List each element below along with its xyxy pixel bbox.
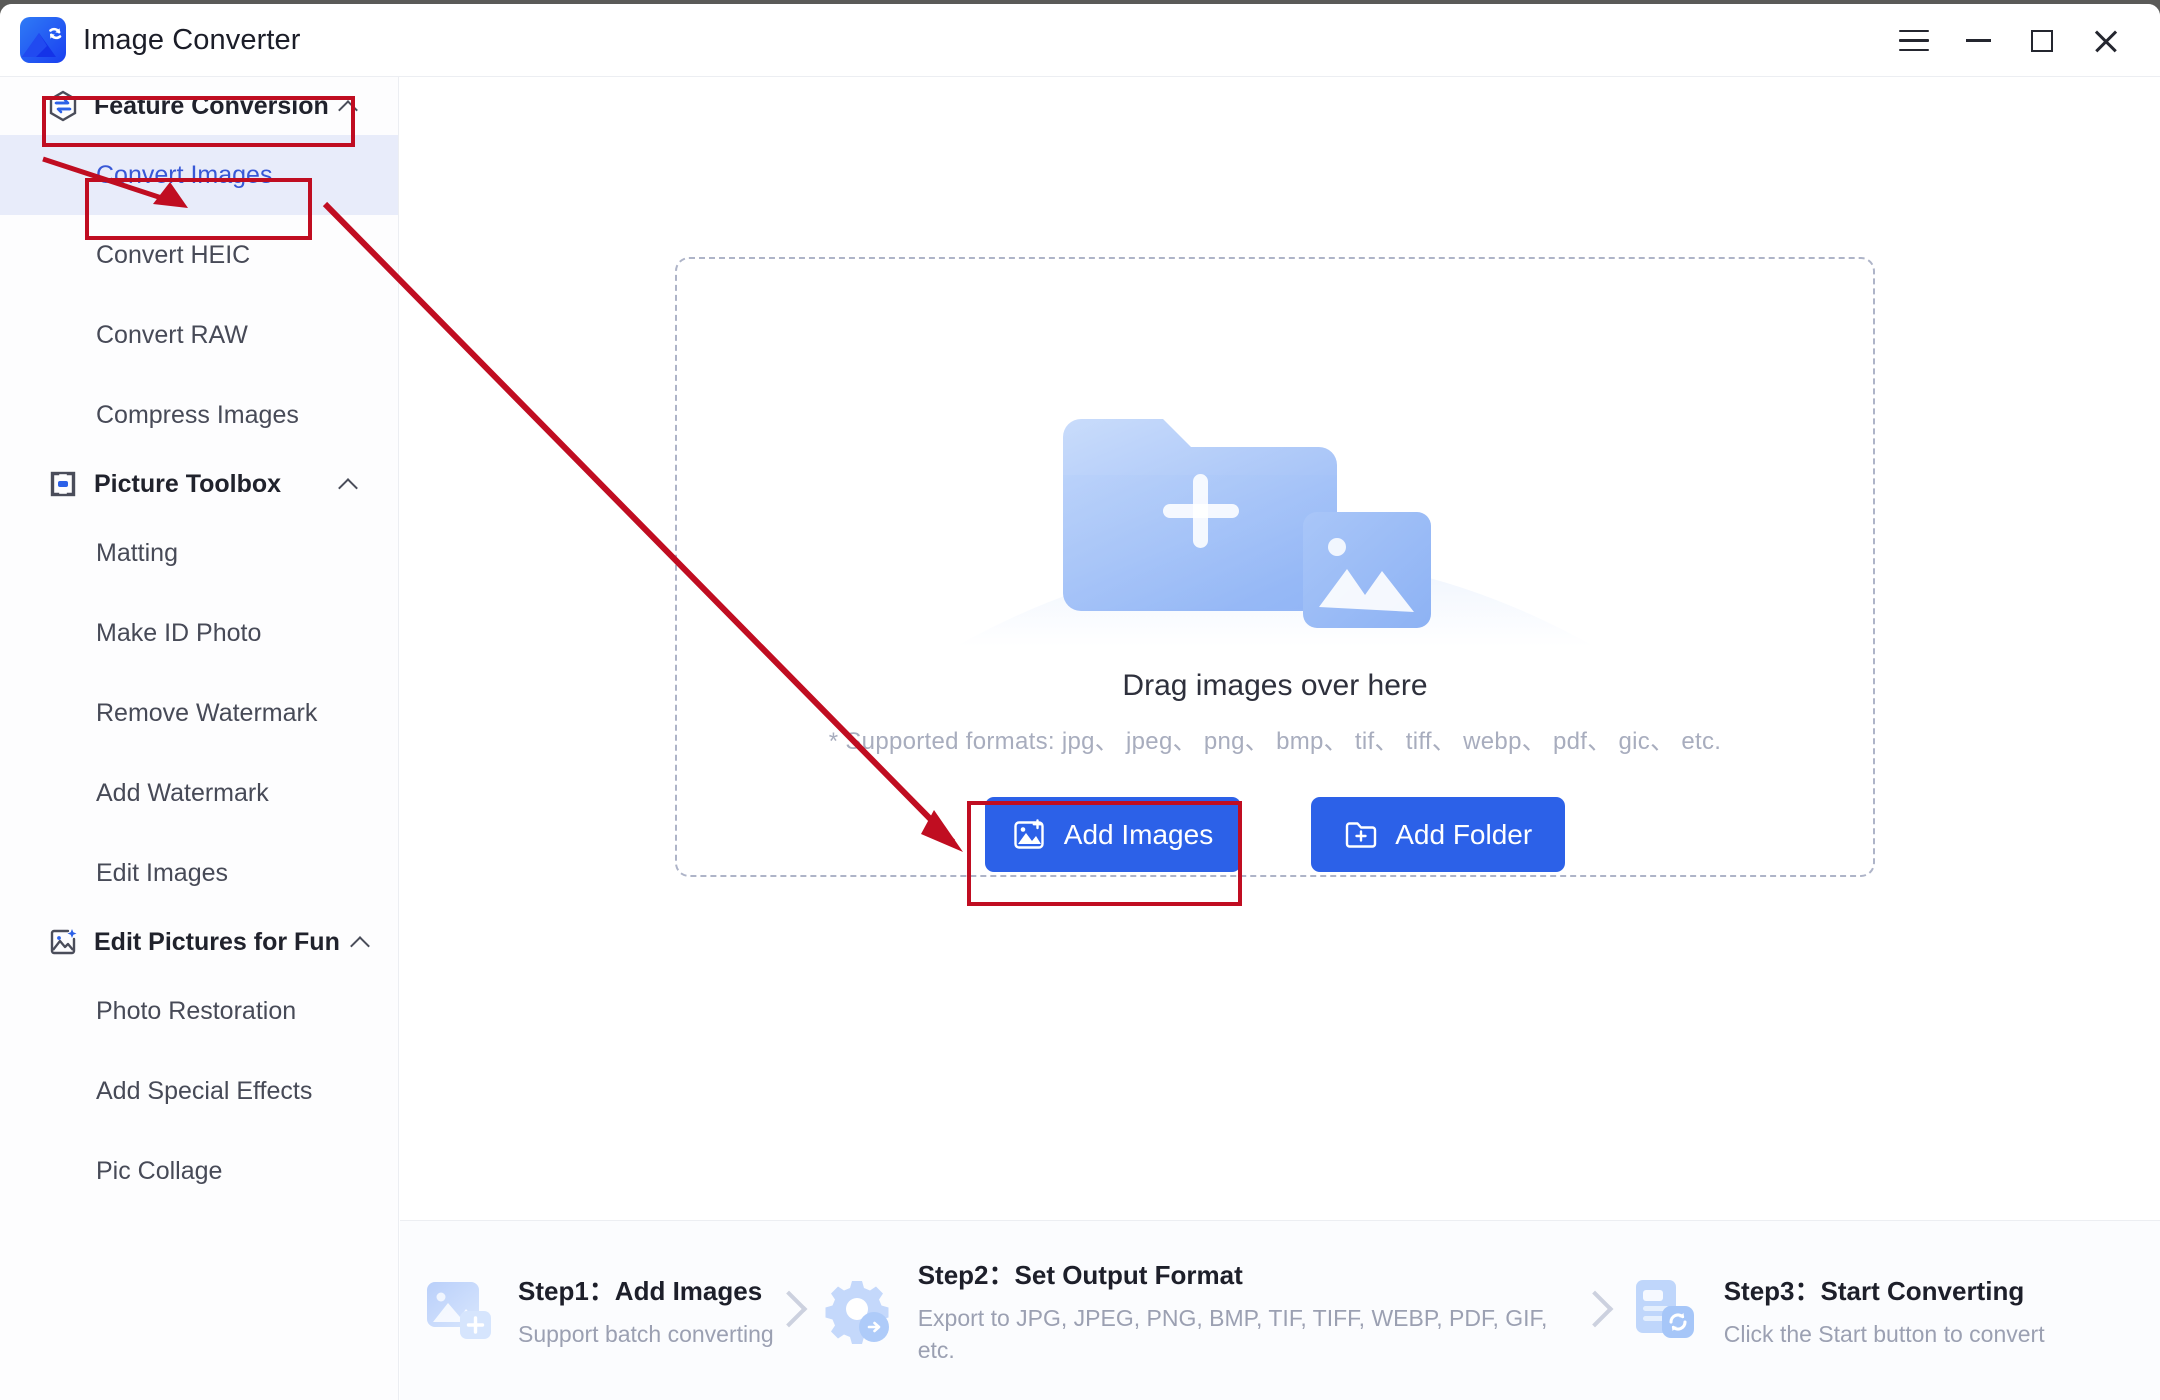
sidebar-item-make-id-photo[interactable]: Make ID Photo — [0, 593, 398, 673]
add-folder-button[interactable]: Add Folder — [1311, 797, 1566, 872]
chevron-up-icon[interactable] — [350, 932, 370, 952]
main-content: Drag images over here * Supported format… — [400, 77, 2160, 1400]
chevron-right-icon — [1580, 1285, 1610, 1337]
image-plus-icon — [1013, 818, 1047, 852]
sidebar: Feature Conversion Convert Images Conver… — [0, 77, 399, 1400]
close-icon — [2093, 28, 2119, 54]
step-2-text: Step2：Set Output Format Export to JPG, J… — [918, 1255, 1558, 1365]
step-1-title: Step1：Add Images — [518, 1275, 763, 1306]
step-1-desc: Support batch converting — [518, 1320, 774, 1347]
hamburger-icon — [1899, 29, 1929, 52]
step-2-desc: Export to JPG, JPEG, PNG, BMP, TIF, TIFF… — [917, 1305, 1548, 1363]
sidebar-item-convert-images[interactable]: Convert Images — [0, 135, 398, 215]
app-title: Image Converter — [83, 23, 301, 56]
document-refresh-icon — [1628, 1273, 1702, 1347]
sidebar-item-matting[interactable]: Matting — [0, 513, 398, 593]
step-3: Step3：Start Converting Click the Start b… — [1628, 1271, 2045, 1350]
sidebar-group-picture-toolbox[interactable]: Picture Toolbox — [0, 455, 398, 513]
sidebar-item-edit-images[interactable]: Edit Images — [0, 833, 398, 913]
sidebar-item-convert-raw[interactable]: Convert RAW — [0, 295, 398, 375]
image-convert-logo-icon — [19, 16, 67, 64]
chevron-right-icon — [774, 1285, 804, 1337]
add-images-label: Add Images — [1063, 818, 1214, 850]
maximize-icon — [2031, 29, 2053, 52]
sidebar-item-photo-restoration[interactable]: Photo Restoration — [0, 971, 398, 1051]
sidebar-item-label: Edit Images — [96, 858, 229, 887]
step-1-text: Step1：Add Images Support batch convertin… — [518, 1271, 774, 1350]
hamburger-menu-button[interactable] — [1882, 4, 1946, 77]
sidebar-group-feature-conversion[interactable]: Feature Conversion — [0, 77, 398, 135]
sidebar-item-label: Compress Images — [96, 400, 299, 429]
toolbox-image-icon — [47, 468, 79, 500]
title-bar: Image Converter — [0, 4, 2160, 77]
app-window: Image Converter Feature Conversion Conve… — [0, 4, 2160, 1400]
close-button[interactable] — [2074, 4, 2138, 77]
sidebar-item-label: Make ID Photo — [96, 618, 262, 647]
step-3-title: Step3：Start Converting — [1723, 1275, 2025, 1306]
drop-zone-actions: Add Images Add Folder — [677, 797, 1873, 872]
image-add-icon — [422, 1273, 496, 1347]
step-2-title: Step2：Set Output Format — [917, 1260, 1243, 1291]
sidebar-item-label: Convert RAW — [96, 320, 248, 349]
chevron-up-icon[interactable] — [338, 96, 358, 116]
drop-zone-supported-formats: * Supported formats: jpg、 jpeg、 png、 bmp… — [828, 728, 1722, 755]
sidebar-item-label: Matting — [96, 538, 178, 567]
sidebar-item-label: Convert HEIC — [96, 240, 251, 269]
maximize-button[interactable] — [2010, 4, 2074, 77]
sidebar-group-edit-pictures-for-fun[interactable]: Edit Pictures for Fun — [0, 913, 398, 971]
sidebar-item-label: Pic Collage — [96, 1156, 223, 1185]
add-images-button[interactable]: Add Images — [984, 797, 1242, 872]
drop-zone-title: Drag images over here — [1122, 669, 1428, 702]
sidebar-item-convert-heic[interactable]: Convert HEIC — [0, 215, 398, 295]
folder-plus-image-icon — [895, 379, 1655, 649]
sidebar-item-pic-collage[interactable]: Pic Collage — [0, 1131, 398, 1211]
sparkle-image-icon — [47, 926, 79, 958]
sidebar-item-label: Add Special Effects — [96, 1076, 313, 1105]
window-controls — [1882, 4, 2160, 77]
sidebar-item-compress-images[interactable]: Compress Images — [0, 375, 398, 455]
sidebar-item-label: Convert Images — [96, 160, 273, 189]
sidebar-item-add-special-effects[interactable]: Add Special Effects — [0, 1051, 398, 1131]
sidebar-item-remove-watermark[interactable]: Remove Watermark — [0, 673, 398, 753]
step-1: Step1：Add Images Support batch convertin… — [422, 1271, 774, 1350]
sidebar-item-label: Photo Restoration — [96, 996, 297, 1025]
gear-arrow-icon — [822, 1274, 896, 1348]
minimize-icon — [1965, 39, 1991, 42]
steps-footer: Step1：Add Images Support batch convertin… — [400, 1220, 2160, 1400]
minimize-button[interactable] — [1946, 4, 2010, 77]
sidebar-group-label: Picture Toolbox — [94, 469, 282, 498]
sidebar-item-label: Add Watermark — [96, 778, 269, 807]
step-3-text: Step3：Start Converting Click the Start b… — [1724, 1271, 2045, 1350]
sidebar-item-add-watermark[interactable]: Add Watermark — [0, 753, 398, 833]
sidebar-group-label: Edit Pictures for Fun — [94, 927, 340, 956]
step-3-desc: Click the Start button to convert — [1723, 1320, 2045, 1347]
hexagon-convert-icon — [47, 90, 79, 122]
add-folder-label: Add Folder — [1395, 818, 1533, 850]
chevron-up-icon[interactable] — [338, 474, 358, 494]
sidebar-group-label: Feature Conversion — [94, 91, 329, 120]
drop-zone[interactable]: Drag images over here * Supported format… — [675, 257, 1875, 877]
folder-plus-icon — [1344, 818, 1378, 852]
sidebar-item-label: Remove Watermark — [96, 698, 318, 727]
step-2: Step2：Set Output Format Export to JPG, J… — [822, 1255, 1558, 1365]
